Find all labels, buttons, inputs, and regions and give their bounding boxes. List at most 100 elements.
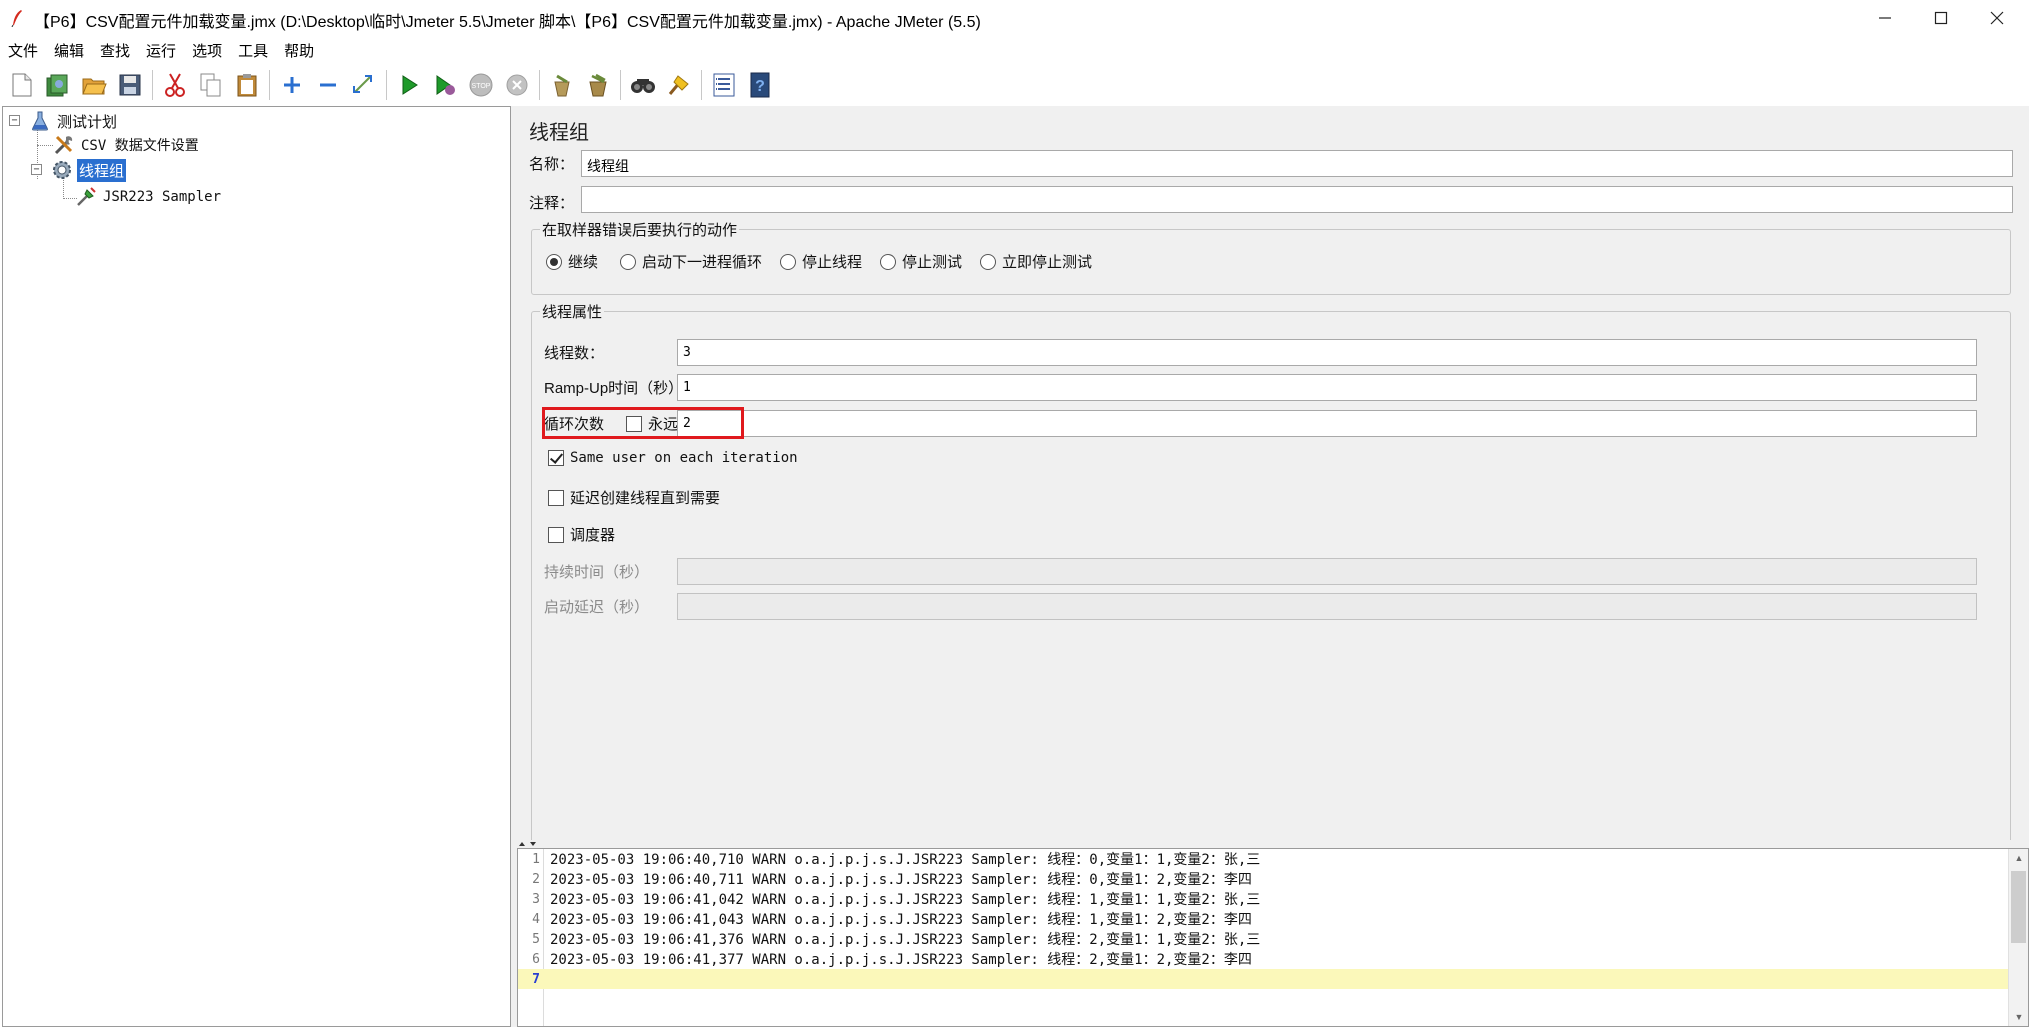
radio-label: 启动下一进程循环 [642,254,763,271]
tree-item-label: 线程组 [77,158,127,182]
shutdown-icon [506,74,528,96]
expand-all-button[interactable] [276,69,308,101]
same-user-checkbox[interactable]: Same user on each iteration [548,450,798,466]
copy-button[interactable] [195,69,227,101]
function-helper-button[interactable] [708,69,740,101]
svg-text:STOP: STOP [472,83,491,90]
radio-start-next-loop[interactable]: 启动下一进程循环 [620,251,762,272]
line-number: 2 [532,871,540,887]
close-icon [1990,11,2004,25]
checkbox-label: 延迟创建线程直到需要 [570,490,721,507]
startup-delay-input [677,593,1977,620]
open-button[interactable] [78,69,110,101]
radio-label: 停止线程 [802,254,863,271]
checkbox-label: 调度器 [570,527,616,544]
toolbar-separator [152,70,153,100]
tree-item-jsr223-sampler[interactable]: JSR223 Sampler [75,186,223,208]
sampler-icon [75,186,97,208]
log-line: 5 2023-05-03 19:06:41,376 WARN o.a.j.p.j… [518,929,2008,949]
duration-input [677,558,1977,585]
templates-button[interactable] [42,69,74,101]
toolbar-separator [539,70,540,100]
comment-label: 注释： [529,195,575,212]
paste-button[interactable] [231,69,263,101]
toolbar: STOP ? [0,64,2029,106]
search-button[interactable] [627,69,659,101]
line-number: 4 [532,911,540,927]
toolbar-separator [701,70,702,100]
rampup-input[interactable]: 1 [677,374,1977,401]
test-plan-icon [29,110,51,132]
thread-count-input[interactable]: 3 [677,339,1977,366]
scrollbar-thumb[interactable] [2011,871,2026,943]
minimize-button[interactable] [1856,0,1914,36]
help-icon: ? [750,72,770,98]
radio-label: 停止测试 [902,254,963,271]
radio-stop-test[interactable]: 停止测试 [880,251,962,272]
test-plan-tree[interactable]: − 测试计划 CSV 数据文件设置 − 线程组 JSR223 Sampler [2,106,511,1027]
paste-icon [237,74,257,97]
log-scrollbar[interactable]: ▲ ▼ [2008,849,2028,1026]
start-icon [402,75,418,95]
radio-stop-test-now[interactable]: 立即停止测试 [980,251,1092,272]
clear-all-button[interactable] [582,69,614,101]
radio-stop-thread[interactable]: 停止线程 [780,251,862,272]
radio-button[interactable] [546,253,562,270]
svg-text:?: ? [755,78,765,95]
tree-collapse-toggle[interactable]: − [9,115,20,126]
name-label: 名称： [529,156,575,173]
log-line-text: 2023-05-03 19:06:41,377 WARN o.a.j.p.j.s… [550,952,1252,968]
radio-button[interactable] [620,253,636,270]
new-button[interactable] [6,69,38,101]
scroll-up-arrow-icon[interactable]: ▲ [2009,849,2029,867]
line-number: 7 [532,971,540,987]
checkbox-box[interactable] [548,526,564,543]
help-button[interactable]: ? [744,69,776,101]
scheduler-checkbox[interactable]: 调度器 [548,524,615,545]
maximize-button[interactable] [1912,0,1970,36]
reset-search-button[interactable] [663,69,695,101]
radio-continue[interactable]: 继续 [546,251,598,272]
tree-item-label: 测试计划 [57,113,118,131]
checkbox-box[interactable] [548,450,564,466]
tree-item-test-plan[interactable]: 测试计划 [29,110,119,132]
shutdown-button[interactable] [501,69,533,101]
clear-button[interactable] [546,69,578,101]
start-button[interactable] [393,69,425,101]
radio-button[interactable] [880,253,896,270]
duration-label: 持续时间（秒） [544,564,650,581]
menu-file[interactable]: 文件 [8,40,38,61]
log-line-text: 2023-05-03 19:06:41,376 WARN o.a.j.p.j.s… [550,932,1261,948]
loop-count-input[interactable]: 2 [677,410,1977,437]
scroll-down-arrow-icon[interactable]: ▼ [2009,1008,2029,1026]
cut-button[interactable] [159,69,191,101]
comment-input[interactable] [581,186,2013,213]
radio-button[interactable] [780,253,796,270]
log-splitter[interactable] [517,840,2029,848]
name-input[interactable]: 线程组 [581,150,2013,177]
tree-item-csv-data-set[interactable]: CSV 数据文件设置 [53,134,201,156]
collapse-all-button[interactable] [312,69,344,101]
rampup-label: Ramp-Up时间（秒）： [544,380,691,397]
close-button[interactable] [1968,0,2026,36]
radio-button[interactable] [980,253,996,270]
tree-collapse-toggle[interactable]: − [31,164,42,175]
menu-help[interactable]: 帮助 [284,40,314,61]
save-button[interactable] [114,69,146,101]
menu-tools[interactable]: 工具 [238,40,268,61]
expand-icon [284,77,300,93]
menu-edit[interactable]: 编辑 [54,40,84,61]
menu-run[interactable]: 运行 [146,40,176,61]
stop-button[interactable]: STOP [465,69,497,101]
checkbox-box[interactable] [548,489,564,506]
start-no-pause-button[interactable] [429,69,461,101]
menu-options[interactable]: 选项 [192,40,222,61]
log-line: 2 2023-05-03 19:06:40,711 WARN o.a.j.p.j… [518,869,2008,889]
menu-search[interactable]: 查找 [100,40,130,61]
log-line: 1 2023-05-03 19:06:40,710 WARN o.a.j.p.j… [518,849,2008,869]
maximize-icon [1934,11,1948,25]
log-panel[interactable]: 1 2023-05-03 19:06:40,710 WARN o.a.j.p.j… [517,848,2029,1027]
tree-item-thread-group[interactable]: 线程组 [51,158,127,182]
delay-thread-creation-checkbox[interactable]: 延迟创建线程直到需要 [548,487,720,508]
toggle-button[interactable] [348,69,380,101]
